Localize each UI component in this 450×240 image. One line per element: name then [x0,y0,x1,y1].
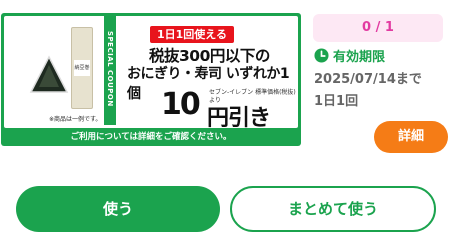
onigiri-image [29,55,69,93]
expiry-header: 有効期限 [314,46,386,65]
use-button[interactable]: 使う [16,186,220,232]
detail-button[interactable]: 詳細 [374,121,448,153]
usage-limit-note: 1日1回 [314,94,359,109]
price-basis-note: セブン‐イレブン 標準価格(税抜)より [209,89,296,104]
usage-counter: 0 / 1 [313,14,443,42]
daily-badge: 1日1回使える [150,26,234,43]
product-note: ※商品は一例です。 [49,116,102,123]
sushi-package-image: 納豆巻 [71,27,93,109]
discount-amount: 10 [161,87,201,122]
clock-icon [314,47,329,63]
coupon-image[interactable]: SPECIAL COUPON 納豆巻 ※商品は一例です。 1日1回使える 税抜3… [1,13,301,146]
expiry-label: 有効期限 [333,49,386,65]
expiry-date: 2025/07/14まで [314,72,422,87]
coupon-side-text: SPECIAL COUPON [106,31,114,107]
package-label: 納豆巻 [74,60,90,76]
coupon-footer: ご利用については詳細をご確認ください。 [70,132,232,142]
use-all-button[interactable]: まとめて使う [230,186,436,232]
